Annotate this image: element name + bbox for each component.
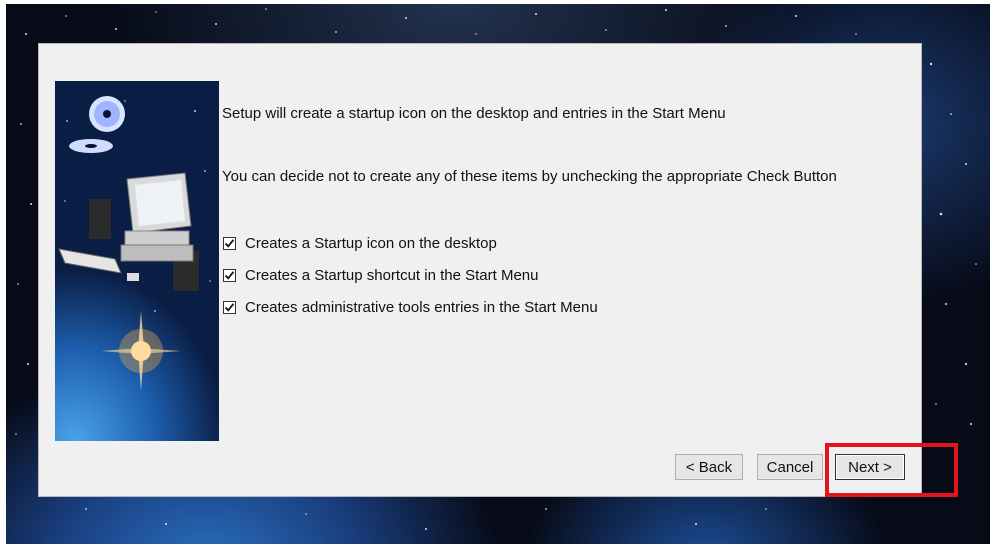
checkmark-icon [224, 238, 235, 248]
wizard-side-image [55, 81, 219, 441]
option-start-menu-shortcut[interactable]: Creates a Startup shortcut in the Start … [223, 266, 538, 284]
intro-text: Setup will create a startup icon on the … [222, 105, 726, 122]
instruction-text: You can decide not to create any of thes… [222, 168, 837, 185]
admin-tools-label[interactable]: Creates administrative tools entries in … [245, 299, 598, 316]
setup-wizard-dialog: Setup will create a startup icon on the … [38, 43, 922, 497]
back-button[interactable]: < Back [675, 454, 743, 480]
computer-illustration-icon [58, 96, 211, 391]
start-menu-shortcut-checkbox[interactable] [223, 268, 236, 282]
start-menu-shortcut-label[interactable]: Creates a Startup shortcut in the Start … [245, 267, 538, 284]
checkmark-icon [224, 270, 235, 280]
checkmark-icon [224, 302, 235, 312]
admin-tools-checkbox[interactable] [223, 300, 236, 314]
option-desktop-icon[interactable]: Creates a Startup icon on the desktop [223, 234, 497, 252]
option-admin-tools[interactable]: Creates administrative tools entries in … [223, 298, 598, 316]
desktop-icon-label[interactable]: Creates a Startup icon on the desktop [245, 235, 497, 252]
next-button-highlight [825, 443, 958, 497]
desktop-icon-checkbox[interactable] [223, 236, 236, 250]
cancel-button[interactable]: Cancel [757, 454, 823, 480]
